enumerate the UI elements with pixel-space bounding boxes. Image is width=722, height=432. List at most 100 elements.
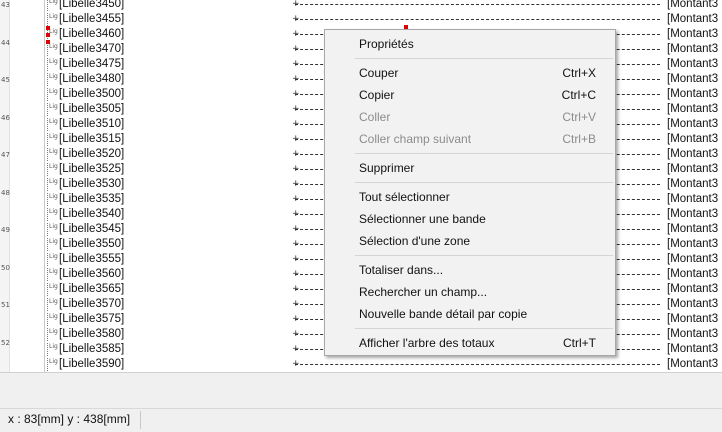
menu-item-label: Rechercher un champ... (359, 285, 488, 299)
dotted-leader (295, 4, 660, 5)
menu-item-properties[interactable]: Propriétés (327, 33, 613, 55)
montant-field[interactable]: [Montant3 (667, 358, 718, 371)
field-marker[interactable]: Lig (47, 88, 59, 101)
libelle-field[interactable]: [Libelle3515] (59, 133, 124, 146)
montant-field[interactable]: [Montant3 (667, 148, 718, 161)
montant-field[interactable]: [Montant3 (667, 328, 718, 341)
field-marker[interactable]: Lig (47, 118, 59, 131)
montant-field[interactable]: [Montant3 (667, 313, 718, 326)
montant-field[interactable]: [Montant3 (667, 238, 718, 251)
report-row: Lig [Libelle3455] + [Montant3 (0, 13, 722, 28)
field-marker[interactable]: Lig (47, 178, 59, 191)
montant-field[interactable]: [Montant3 (667, 103, 718, 116)
selection-handle[interactable] (46, 33, 50, 37)
montant-field[interactable]: [Montant3 (667, 133, 718, 146)
field-marker[interactable]: Lig (47, 163, 59, 176)
montant-field[interactable]: [Montant3 (667, 88, 718, 101)
libelle-field[interactable]: [Libelle3505] (59, 103, 124, 116)
montant-field[interactable]: [Montant3 (667, 178, 718, 191)
field-marker[interactable]: Lig (47, 58, 59, 71)
field-marker[interactable]: Lig (47, 238, 59, 251)
menu-item-totalize[interactable]: Totaliser dans... (327, 259, 613, 281)
field-marker[interactable]: Lig (47, 358, 59, 371)
montant-field[interactable]: [Montant3 (667, 223, 718, 236)
libelle-field[interactable]: [Libelle3500] (59, 88, 124, 101)
selection-handle[interactable] (46, 26, 50, 30)
montant-field[interactable]: [Montant3 (667, 283, 718, 296)
menu-item-copy[interactable]: Copier Ctrl+C (327, 84, 613, 106)
libelle-field[interactable]: [Libelle3580] (59, 328, 124, 341)
montant-field[interactable]: [Montant3 (667, 163, 718, 176)
libelle-field[interactable]: [Libelle3570] (59, 298, 124, 311)
menu-item-cut[interactable]: Couper Ctrl+X (327, 62, 613, 84)
field-marker[interactable]: Lig (47, 208, 59, 221)
menu-item-select-zone[interactable]: Sélection d'une zone (327, 230, 613, 252)
montant-field[interactable]: [Montant3 (667, 268, 718, 281)
field-marker[interactable]: Lig (47, 43, 59, 56)
libelle-field[interactable]: [Libelle3510] (59, 118, 124, 131)
menu-item-paste[interactable]: Coller Ctrl+V (327, 106, 613, 128)
menu-item-label: Coller (359, 110, 391, 124)
field-marker[interactable]: Lig (47, 253, 59, 266)
montant-field[interactable]: [Montant3 (667, 73, 718, 86)
menu-item-show-totals-tree[interactable]: Afficher l'arbre des totaux Ctrl+T (327, 332, 613, 354)
menu-item-new-detail-band[interactable]: Nouvelle bande détail par copie (327, 303, 613, 325)
libelle-field[interactable]: [Libelle3560] (59, 268, 124, 281)
montant-field[interactable]: [Montant3 (667, 28, 718, 41)
libelle-field[interactable]: [Libelle3470] (59, 43, 124, 56)
field-marker[interactable]: Lig (47, 148, 59, 161)
libelle-field[interactable]: [Libelle3575] (59, 313, 124, 326)
libelle-field[interactable]: [Libelle3585] (59, 343, 124, 356)
montant-field[interactable]: [Montant3 (667, 0, 718, 11)
selection-handle[interactable] (46, 40, 50, 44)
libelle-field[interactable]: [Libelle3460] (59, 28, 124, 41)
field-marker[interactable]: Lig (47, 13, 59, 26)
field-marker[interactable]: Lig (47, 268, 59, 281)
field-marker[interactable]: Lig (47, 313, 59, 326)
menu-item-paste-next-field[interactable]: Coller champ suivant Ctrl+B (327, 128, 613, 150)
context-menu: Propriétés Couper Ctrl+X Copier Ctrl+C C… (324, 29, 616, 356)
menu-item-select-band[interactable]: Sélectionner une bande (327, 208, 613, 230)
menu-item-select-all[interactable]: Tout sélectionner (327, 186, 613, 208)
libelle-field[interactable]: [Libelle3520] (59, 148, 124, 161)
libelle-field[interactable]: [Libelle3590] (59, 358, 124, 371)
libelle-field[interactable]: [Libelle3545] (59, 223, 124, 236)
montant-field[interactable]: [Montant3 (667, 43, 718, 56)
libelle-field[interactable]: [Libelle3565] (59, 283, 124, 296)
montant-field[interactable]: [Montant3 (667, 253, 718, 266)
montant-field[interactable]: [Montant3 (667, 118, 718, 131)
libelle-field[interactable]: [Libelle3530] (59, 178, 124, 191)
montant-field[interactable]: [Montant3 (667, 13, 718, 26)
montant-field[interactable]: [Montant3 (667, 343, 718, 356)
libelle-field[interactable]: [Libelle3450] (59, 0, 124, 11)
field-marker[interactable]: Lig (47, 133, 59, 146)
menu-item-label: Sélectionner une bande (359, 212, 486, 226)
menu-item-label: Coller champ suivant (359, 132, 472, 146)
montant-field[interactable]: [Montant3 (667, 208, 718, 221)
menu-item-find-field[interactable]: Rechercher un champ... (327, 281, 613, 303)
libelle-field[interactable]: [Libelle3525] (59, 163, 124, 176)
montant-field[interactable]: [Montant3 (667, 298, 718, 311)
libelle-field[interactable]: [Libelle3550] (59, 238, 124, 251)
libelle-field[interactable]: [Libelle3480] (59, 73, 124, 86)
montant-field[interactable]: [Montant3 (667, 193, 718, 206)
field-marker[interactable]: Lig (47, 283, 59, 296)
menu-item-delete[interactable]: Supprimer (327, 157, 613, 179)
montant-field[interactable]: [Montant3 (667, 58, 718, 71)
field-marker[interactable]: Lig (47, 73, 59, 86)
libelle-field[interactable]: [Libelle3540] (59, 208, 124, 221)
libelle-field[interactable]: [Libelle3555] (59, 253, 124, 266)
menu-item-label: Propriétés (359, 37, 414, 51)
menu-item-shortcut: Ctrl+X (562, 66, 596, 80)
libelle-field[interactable]: [Libelle3455] (59, 13, 124, 26)
field-marker[interactable]: Lig (47, 328, 59, 341)
field-marker[interactable]: Lig (47, 103, 59, 116)
field-marker[interactable]: Lig (47, 343, 59, 356)
field-marker[interactable]: Lig (47, 193, 59, 206)
field-marker[interactable]: Lig (47, 0, 59, 11)
field-marker[interactable]: Lig (47, 223, 59, 236)
libelle-field[interactable]: [Libelle3475] (59, 58, 124, 71)
menu-item-label: Copier (359, 88, 395, 102)
libelle-field[interactable]: [Libelle3535] (59, 193, 124, 206)
field-marker[interactable]: Lig (47, 298, 59, 311)
